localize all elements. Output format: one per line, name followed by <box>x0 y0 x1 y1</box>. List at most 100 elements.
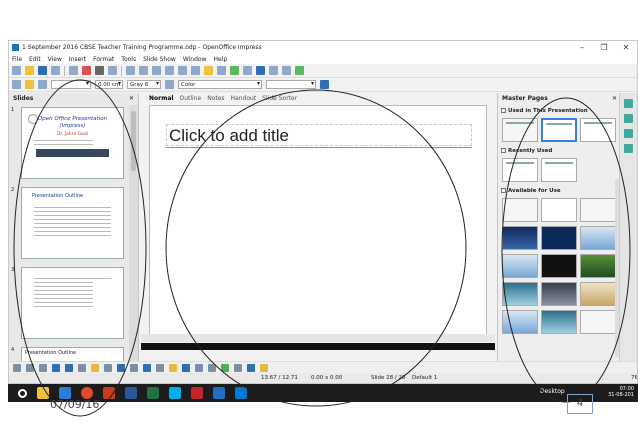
basic-shapes-icon[interactable] <box>117 363 125 372</box>
display-view-icon[interactable] <box>269 66 278 75</box>
open-icon[interactable] <box>25 66 34 75</box>
extrusion-icon[interactable] <box>247 363 255 372</box>
tab-outline[interactable]: Outline <box>179 95 201 102</box>
shadow-icon[interactable] <box>320 80 329 89</box>
section-recent[interactable]: Recently Used <box>498 148 621 156</box>
menu-window[interactable]: Window <box>183 56 207 63</box>
master-page-thumb[interactable] <box>502 226 538 250</box>
master-page-thumb-selected[interactable] <box>541 118 577 142</box>
menu-view[interactable]: View <box>48 56 62 63</box>
powerpoint-icon[interactable] <box>103 387 115 399</box>
line-style-select[interactable] <box>51 80 91 89</box>
gallery-icon[interactable] <box>243 66 252 75</box>
tab-normal[interactable]: Normal <box>149 95 173 102</box>
slide-thumb-2[interactable]: 2 Presentation Outline <box>9 187 128 264</box>
slide-preview[interactable] <box>21 267 124 339</box>
skype-icon[interactable] <box>169 387 181 399</box>
menu-edit[interactable]: Edit <box>29 56 41 63</box>
glue-points-icon[interactable] <box>260 363 268 372</box>
menu-tools[interactable]: Tools <box>121 56 136 63</box>
slide-thumb-1[interactable]: 1 Open Office Presentation (Impress) Dr.… <box>9 107 128 184</box>
acrobat-icon[interactable] <box>191 387 203 399</box>
styles-icon[interactable] <box>12 80 21 89</box>
redo-icon[interactable] <box>191 66 200 75</box>
navigator-icon[interactable] <box>624 144 633 153</box>
table-icon[interactable] <box>217 66 226 75</box>
slide-preview[interactable]: Open Office Presentation (Impress) Dr. J… <box>21 107 124 179</box>
section-available[interactable]: Available for Use <box>498 188 621 196</box>
cut-icon[interactable] <box>126 66 135 75</box>
ellipse-tool-icon[interactable] <box>65 363 73 372</box>
export-pdf-icon[interactable] <box>82 66 91 75</box>
restore-button[interactable]: ❐ <box>593 43 615 52</box>
excel-icon[interactable] <box>147 387 159 399</box>
line-color-select[interactable]: Gray 6 <box>127 80 161 89</box>
zoom-level[interactable]: 76 <box>631 375 637 381</box>
new-icon[interactable] <box>12 66 21 75</box>
navigator-icon[interactable] <box>230 66 239 75</box>
edit-file-icon[interactable] <box>69 66 78 75</box>
arrow-style-icon[interactable] <box>38 80 47 89</box>
master-page-thumb[interactable] <box>502 254 538 278</box>
master-page-thumb[interactable] <box>580 254 616 278</box>
collapse-icon[interactable] <box>501 108 506 113</box>
horizontal-scrollbar[interactable] <box>141 334 495 342</box>
area-fill-select[interactable] <box>266 80 316 89</box>
block-arrows-icon[interactable] <box>143 363 151 372</box>
section-used[interactable]: Used in This Presentation <box>498 108 621 116</box>
slide-thumb-3[interactable]: 3 <box>9 267 128 344</box>
slides-pane-close-button[interactable]: ✕ <box>129 95 134 102</box>
image-icon[interactable] <box>221 363 229 372</box>
menu-format[interactable]: Format <box>93 56 114 63</box>
fontwork-icon[interactable] <box>234 363 242 372</box>
rectangle-tool-icon[interactable] <box>52 363 60 372</box>
text-tool-icon[interactable] <box>78 363 86 372</box>
master-page-thumb[interactable] <box>541 226 577 250</box>
slide-preview[interactable]: Presentation Outline <box>21 347 124 361</box>
line-icon[interactable] <box>25 80 34 89</box>
arrow-tool-icon[interactable] <box>39 363 47 372</box>
master-page-thumb[interactable] <box>541 282 577 306</box>
master-page-thumb[interactable] <box>580 198 616 222</box>
format-paintbrush-icon[interactable] <box>165 66 174 75</box>
rotate-icon[interactable] <box>208 363 216 372</box>
system-clock[interactable]: 07:00 31-08-201 <box>608 386 634 398</box>
tab-notes[interactable]: Notes <box>207 95 224 102</box>
file-explorer-icon[interactable] <box>37 387 49 399</box>
print-icon[interactable] <box>95 66 104 75</box>
tab-slide-sorter[interactable]: Slide Sorter <box>262 95 297 102</box>
collapse-icon[interactable] <box>501 148 506 153</box>
slide-preview[interactable]: Presentation Outline <box>21 187 124 259</box>
menu-slide-show[interactable]: Slide Show <box>143 56 176 63</box>
master-page-thumb[interactable] <box>541 198 577 222</box>
scroll-thumb[interactable] <box>131 111 136 171</box>
tab-handout[interactable]: Handout <box>231 95 257 102</box>
master-page-thumb[interactable] <box>502 198 538 222</box>
master-page-thumb[interactable] <box>502 118 538 142</box>
save-icon[interactable] <box>38 66 47 75</box>
master-page-thumb[interactable] <box>580 226 616 250</box>
curve-tool-icon[interactable] <box>91 363 99 372</box>
connector-tool-icon[interactable] <box>104 363 112 372</box>
master-page-thumb[interactable] <box>541 310 577 334</box>
line-tool-icon[interactable] <box>26 363 34 372</box>
master-page-thumb[interactable] <box>580 282 616 306</box>
menu-insert[interactable]: Insert <box>69 56 86 63</box>
select-icon[interactable] <box>13 363 21 372</box>
flowchart-icon[interactable] <box>156 363 164 372</box>
master-page-thumb[interactable] <box>502 310 538 334</box>
spellcheck-icon[interactable] <box>108 66 117 75</box>
styles-icon[interactable] <box>624 114 633 123</box>
master-page-thumb[interactable] <box>502 282 538 306</box>
master-pane-close-button[interactable]: ✕ <box>612 95 617 102</box>
close-button[interactable]: ✕ <box>615 43 637 52</box>
gallery-icon[interactable] <box>624 129 633 138</box>
area-style-select[interactable]: Color <box>178 80 262 89</box>
master-page-thumb[interactable] <box>580 310 616 334</box>
email-icon[interactable] <box>51 66 60 75</box>
menu-file[interactable]: File <box>12 56 22 63</box>
callouts-icon[interactable] <box>169 363 177 372</box>
master-page-thumb[interactable] <box>541 254 577 278</box>
desktop-toolbar-label[interactable]: Desktop <box>540 388 565 395</box>
help-icon[interactable] <box>256 66 265 75</box>
